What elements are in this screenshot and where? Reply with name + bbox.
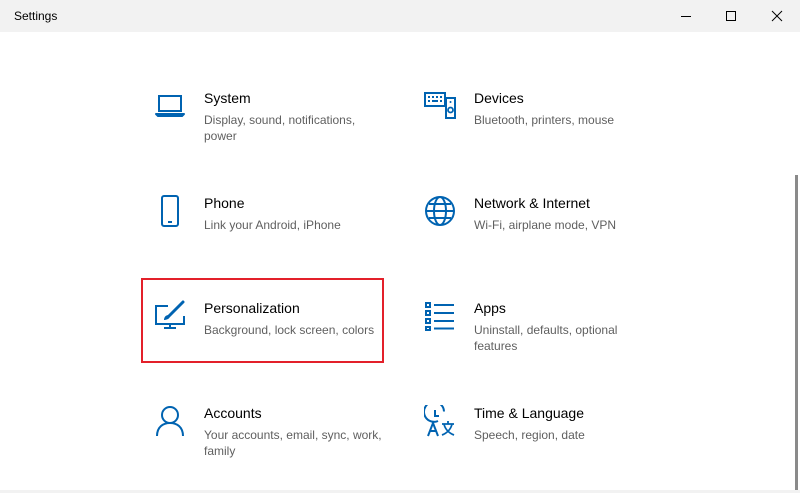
phone-icon [161,195,179,227]
time-language-icon [424,405,455,437]
tile-title: Devices [474,90,524,106]
title-bar: Settings [0,0,800,32]
tile-description: Your accounts, email, sync, work, family [204,428,382,458]
minimize-button[interactable] [663,0,709,32]
selection-highlight [141,278,384,363]
tile-devices[interactable]: Devices Bluetooth, printers, mouse [412,84,652,166]
tile-title: Accounts [204,405,262,421]
tile-title: Time & Language [474,405,584,421]
tile-accounts[interactable]: Accounts Your accounts, email, sync, wor… [142,399,382,481]
close-button[interactable] [754,0,800,32]
tile-description: Speech, region, date [474,428,585,442]
laptop-icon [155,95,185,117]
tile-phone[interactable]: Phone Link your Android, iPhone [142,189,382,271]
globe-icon [425,196,455,226]
maximize-icon [726,11,736,21]
apps-list-icon [425,302,454,331]
close-icon [771,10,783,22]
tile-description: Link your Android, iPhone [204,218,341,232]
maximize-button[interactable] [708,0,754,32]
tile-system[interactable]: System Display, sound, notifications, po… [142,84,382,166]
tile-description: Wi-Fi, airplane mode, VPN [474,218,617,232]
keyboard-speaker-icon [424,92,456,119]
tile-title: Apps [474,300,506,316]
settings-home: System Display, sound, notifications, po… [0,32,800,490]
person-icon [156,406,184,437]
tile-network-internet[interactable]: Network & Internet Wi-Fi, airplane mode,… [412,189,652,271]
tile-apps[interactable]: Apps Uninstall, defaults, optional featu… [412,294,652,376]
tile-time-language[interactable]: Time & Language Speech, region, date [412,399,652,481]
tile-description: Display, sound, notifications, power [204,113,356,143]
tile-description: Bluetooth, printers, mouse [474,113,615,127]
tile-title: Phone [204,195,245,211]
window-title: Settings [14,9,58,23]
tile-title: Network & Internet [474,195,590,211]
minimize-icon [681,16,691,17]
tile-title: System [204,90,251,106]
tile-description: Uninstall, defaults, optional features [474,323,618,353]
scrollbar[interactable] [795,175,798,492]
